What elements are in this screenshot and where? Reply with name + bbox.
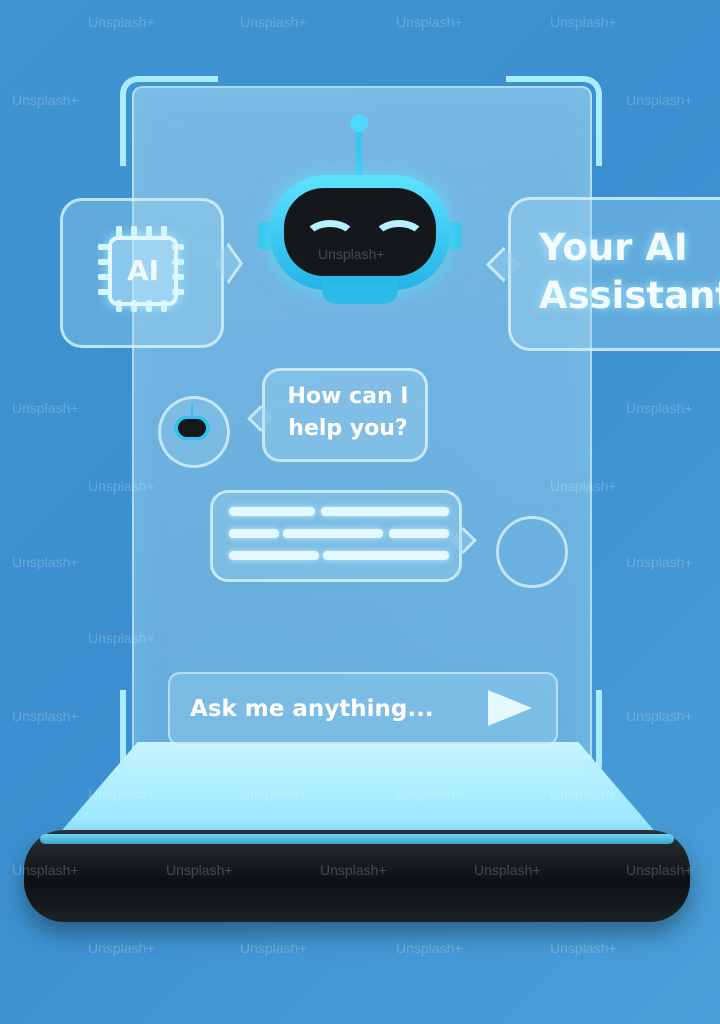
watermark: Unsplash+ [550, 940, 617, 956]
watermark: Unsplash+ [626, 400, 693, 416]
message-line [323, 551, 449, 560]
watermark: Unsplash+ [626, 92, 693, 108]
message-line [229, 529, 279, 538]
message-input[interactable]: Ask me anything... [168, 672, 558, 746]
watermark: Unsplash+ [88, 630, 155, 646]
watermark: Unsplash+ [396, 940, 463, 956]
message-line [229, 551, 319, 560]
bot-message-line-2: help you? [288, 416, 408, 441]
watermark: Unsplash+ [240, 940, 307, 956]
watermark: Unsplash+ [12, 708, 79, 724]
title-bubble: Your AI Assistant [508, 197, 720, 351]
watermark: Unsplash+ [88, 14, 155, 30]
watermark: Unsplash+ [396, 786, 463, 802]
ai-assistant-illustration: AI Your AI Assistant How can I help you? [0, 0, 720, 1024]
title-line-1: Your AI [539, 226, 688, 269]
robot-chin [322, 282, 398, 304]
watermark: Unsplash+ [396, 14, 463, 30]
message-line [229, 507, 315, 516]
bot-message-text: How can I help you? [283, 381, 413, 445]
watermark: Unsplash+ [88, 478, 155, 494]
watermark: Unsplash+ [626, 862, 693, 878]
watermark: Unsplash+ [626, 708, 693, 724]
phone-base-rim [40, 834, 674, 844]
watermark: Unsplash+ [12, 400, 79, 416]
user-message-bubble [210, 490, 462, 582]
watermark: Unsplash+ [550, 478, 617, 494]
input-placeholder: Ask me anything... [190, 696, 434, 722]
watermark: Unsplash+ [550, 14, 617, 30]
watermark: Unsplash+ [12, 554, 79, 570]
screen-corner-top-left [120, 76, 218, 166]
watermark: Unsplash+ [626, 554, 693, 570]
title-text: Your AI Assistant [539, 224, 720, 320]
screen-corner-top-right [506, 76, 602, 166]
watermark: Unsplash+ [240, 14, 307, 30]
message-line [389, 529, 449, 538]
message-line [321, 507, 449, 516]
robot-ear-right [448, 222, 462, 250]
message-line [283, 529, 383, 538]
watermark: Unsplash+ [240, 786, 307, 802]
watermark: Unsplash+ [12, 92, 79, 108]
user-avatar [496, 516, 568, 588]
ai-chip-icon: AI [98, 226, 184, 312]
watermark: Unsplash+ [320, 862, 387, 878]
watermark: Unsplash+ [166, 862, 233, 878]
watermark: Unsplash+ [550, 786, 617, 802]
watermark: Unsplash+ [88, 940, 155, 956]
watermark: Unsplash+ [474, 862, 541, 878]
watermark: Unsplash+ [88, 786, 155, 802]
robot-antenna-tip [350, 114, 368, 132]
robot-antenna [356, 124, 362, 180]
bot-avatar-visor [178, 419, 206, 437]
send-icon[interactable] [488, 690, 532, 726]
watermark: Unsplash+ [318, 246, 385, 262]
bot-message-bubble: How can I help you? [262, 368, 428, 462]
bot-avatar-antenna [191, 404, 193, 416]
watermark: Unsplash+ [12, 862, 79, 878]
title-line-2: Assistant [539, 274, 720, 317]
ai-chip-label: AI [108, 236, 178, 306]
bot-message-line-1: How can I [287, 384, 409, 409]
